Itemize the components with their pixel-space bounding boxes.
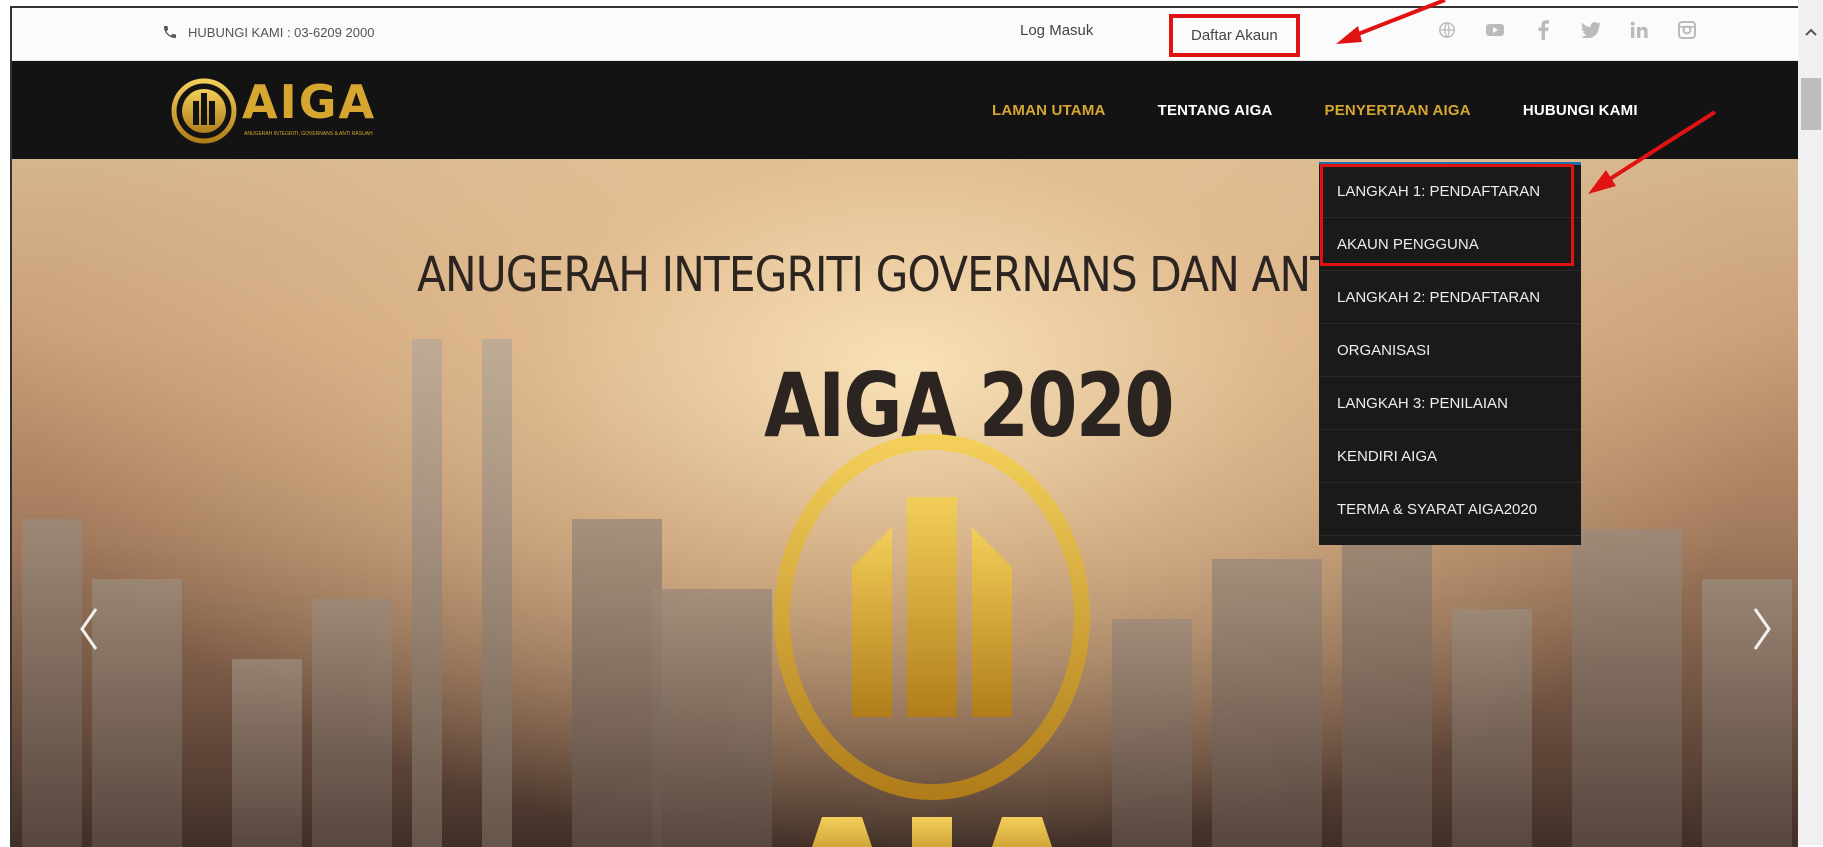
petronas-tower-left [412, 339, 442, 847]
dropdown-item-step2-cont[interactable]: ORGANISASI [1319, 324, 1581, 377]
logo-tagline: ANUGERAH INTEGRITI, GOVERNANS & ANTI RAS… [244, 131, 373, 137]
city-building [572, 519, 662, 847]
login-link[interactable]: Log Masuk [1020, 22, 1093, 39]
nav-contact-us[interactable]: HUBUNGI KAMI [1523, 102, 1638, 119]
city-building [92, 579, 182, 847]
linkedin-icon[interactable] [1629, 20, 1649, 40]
dropdown-item-terms[interactable]: TERMA & SYARAT AIGA2020 [1319, 483, 1581, 536]
facebook-icon[interactable] [1533, 20, 1553, 40]
city-building [312, 599, 392, 847]
scroll-thumb[interactable] [1801, 78, 1821, 130]
nav-about-aiga[interactable]: TENTANG AIGA [1158, 102, 1273, 119]
dropdown-item-step3[interactable]: LANGKAH 3: PENILAIAN [1319, 377, 1581, 430]
primary-nav: LAMAN UTAMA TENTANG AIGA PENYERTAAN AIGA… [992, 61, 1690, 159]
slider-next-arrow[interactable] [1747, 599, 1777, 659]
hero-title: ANUGERAH INTEGRITI GOVERNANS DAN ANTI RA [417, 247, 1415, 303]
scroll-up-icon[interactable] [1803, 24, 1819, 40]
city-building [232, 659, 302, 847]
register-account-link[interactable]: Daftar Akaun [1169, 14, 1300, 57]
twitter-icon[interactable] [1581, 20, 1601, 40]
city-building [1452, 609, 1532, 847]
contact-phone-text: HUBUNGI KAMI : 03-6209 2000 [188, 24, 375, 40]
annotation-highlight-step1 [1320, 164, 1574, 266]
social-icons [1437, 20, 1697, 40]
city-building [1212, 559, 1322, 847]
slider-prev-arrow[interactable] [74, 599, 104, 659]
logo-wordmark: AIGA [242, 75, 377, 129]
main-navbar: AIGA ANUGERAH INTEGRITI, GOVERNANS & ANT… [12, 61, 1798, 159]
city-building [1572, 529, 1682, 847]
nav-home[interactable]: LAMAN UTAMA [992, 102, 1106, 119]
aiga-emblem [774, 434, 1090, 847]
aiga-logo[interactable]: AIGA ANUGERAH INTEGRITI, GOVERNANS & ANT… [170, 69, 430, 149]
globe-icon[interactable] [1437, 20, 1457, 40]
dropdown-item-step2[interactable]: LANGKAH 2: PENDAFTARAN [1319, 271, 1581, 324]
phone-icon [164, 26, 176, 38]
contact-phone: HUBUNGI KAMI : 03-6209 2000 [162, 24, 374, 40]
youtube-icon[interactable] [1485, 20, 1505, 40]
dropdown-item-step3-cont[interactable]: KENDIRI AIGA [1319, 430, 1581, 483]
nav-participation-aiga[interactable]: PENYERTAAN AIGA [1324, 102, 1470, 119]
top-bar: HUBUNGI KAMI : 03-6209 2000 Log Masuk Da… [12, 8, 1798, 61]
instagram-icon[interactable] [1677, 20, 1697, 40]
city-building [1342, 499, 1432, 847]
page-scrollbar[interactable] [1798, 0, 1823, 845]
browser-viewport: HUBUNGI KAMI : 03-6209 2000 Log Masuk Da… [10, 6, 1798, 847]
city-building [22, 519, 82, 847]
petronas-tower-right [482, 339, 512, 847]
